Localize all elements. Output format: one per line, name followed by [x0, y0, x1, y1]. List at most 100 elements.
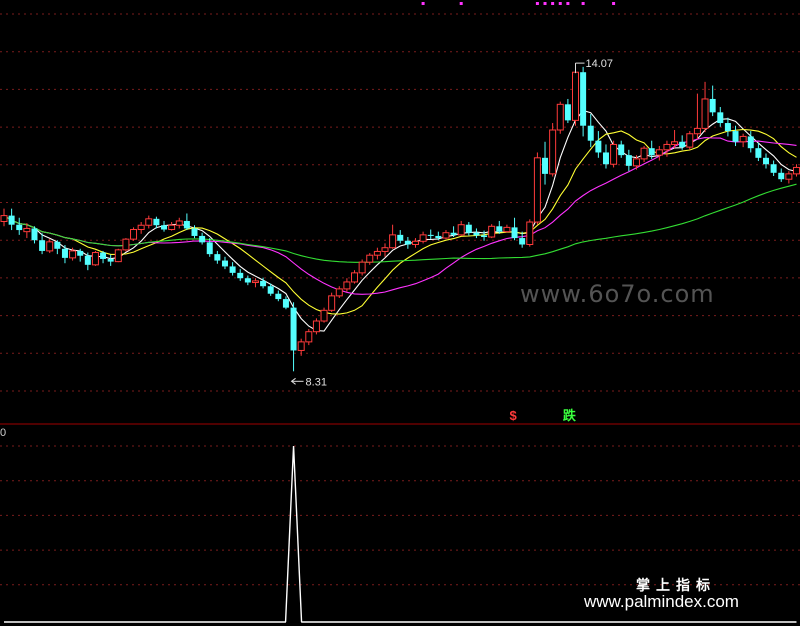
candle-body	[77, 250, 84, 256]
candle-body	[328, 295, 336, 311]
candle-body	[381, 247, 389, 252]
candle-body	[214, 254, 221, 261]
candle-body	[305, 331, 313, 343]
candle-body	[663, 143, 671, 151]
candle-body	[31, 228, 38, 241]
candle-body	[320, 309, 328, 322]
candle-body	[679, 141, 686, 148]
signal-label: $	[510, 408, 518, 423]
candle-body	[435, 235, 442, 239]
candle-body	[161, 225, 168, 230]
candle-body	[457, 224, 465, 236]
candle-body	[114, 249, 122, 263]
candle-body	[526, 221, 534, 245]
candle-body	[732, 131, 739, 142]
candle-body	[137, 224, 145, 231]
candle-body	[488, 225, 496, 238]
candle-body	[511, 227, 518, 239]
top-marker	[612, 2, 616, 5]
candle-body	[465, 224, 472, 233]
candle-body	[648, 148, 655, 156]
candle-body	[747, 136, 754, 149]
candle-body	[130, 229, 138, 240]
candle-body	[100, 252, 107, 259]
candle-body	[450, 232, 457, 235]
top-marker	[421, 2, 425, 5]
stock-chart: 14.078.31 $ 跌 0 www.6o7o.com 掌上指标 www.pal…	[0, 2, 800, 623]
candle-body	[419, 234, 427, 242]
candle-body	[290, 307, 297, 351]
indicator-axis-label: 0	[0, 427, 6, 439]
candle-body	[343, 281, 351, 290]
candle-body	[739, 135, 747, 143]
candle-body	[335, 288, 343, 297]
candle-body	[763, 157, 769, 165]
candle-body	[39, 240, 46, 251]
candle-body	[778, 172, 785, 180]
candle-body	[389, 234, 397, 249]
candle-body	[23, 227, 31, 233]
annotations: 14.07 8.31	[290, 58, 613, 388]
candle-body	[496, 226, 503, 232]
candle-body	[282, 299, 289, 308]
candle-body	[473, 232, 480, 236]
top-marker	[581, 2, 585, 5]
candle-body	[717, 112, 724, 124]
top-marker	[551, 2, 555, 5]
candle-body	[312, 320, 320, 333]
candle-body	[542, 157, 549, 174]
candle-body	[587, 125, 594, 141]
candle-body	[8, 215, 15, 225]
candle-body	[785, 173, 793, 180]
candle-body	[595, 140, 602, 153]
candle-body	[46, 241, 54, 252]
candle-body	[533, 157, 541, 223]
indicator-grid	[0, 445, 800, 586]
candle-body	[107, 258, 114, 262]
candle-body	[175, 220, 183, 226]
candle-body	[693, 127, 701, 135]
top-marker	[558, 2, 562, 5]
candle-body	[580, 72, 587, 126]
candle-body	[0, 215, 8, 222]
candle-body	[206, 242, 213, 255]
candle-body	[564, 104, 571, 121]
candle-body	[297, 341, 305, 351]
candle-body	[686, 133, 694, 148]
ma60-line	[3, 183, 797, 263]
candle-body	[625, 155, 632, 166]
candle-body	[16, 224, 23, 231]
candle-body	[54, 241, 61, 249]
candle-body	[229, 266, 236, 273]
top-marker	[566, 2, 570, 5]
candle-body	[411, 240, 419, 245]
candle-body	[275, 293, 282, 300]
candle-body	[549, 129, 557, 175]
candle-body	[610, 143, 618, 165]
candle-body	[168, 224, 176, 231]
top-marker	[459, 2, 463, 5]
candle-body	[602, 152, 609, 165]
candle-body	[351, 272, 359, 283]
main-grid	[0, 13, 800, 392]
candle-body	[755, 148, 762, 158]
candle-body	[84, 255, 91, 265]
candle-body	[503, 226, 511, 233]
watermark-site-bottom: www.palmindex.com	[583, 592, 739, 611]
candle-body	[519, 238, 526, 245]
low-price-label: 8.31	[306, 376, 327, 388]
signal-label: 跌	[563, 408, 577, 423]
candle-body	[145, 218, 153, 226]
candle-body	[709, 98, 716, 113]
candle-body	[183, 220, 190, 229]
candle-body	[69, 250, 77, 259]
ma20-line	[3, 137, 797, 295]
candle-body	[358, 261, 366, 274]
candle-body	[640, 147, 648, 160]
candle-body	[260, 280, 267, 287]
candle-body	[792, 166, 800, 175]
candle-body	[199, 235, 206, 243]
candle-body	[481, 235, 488, 238]
watermark-site-top: www.6o7o.com	[520, 280, 715, 308]
top-markers	[421, 2, 616, 5]
